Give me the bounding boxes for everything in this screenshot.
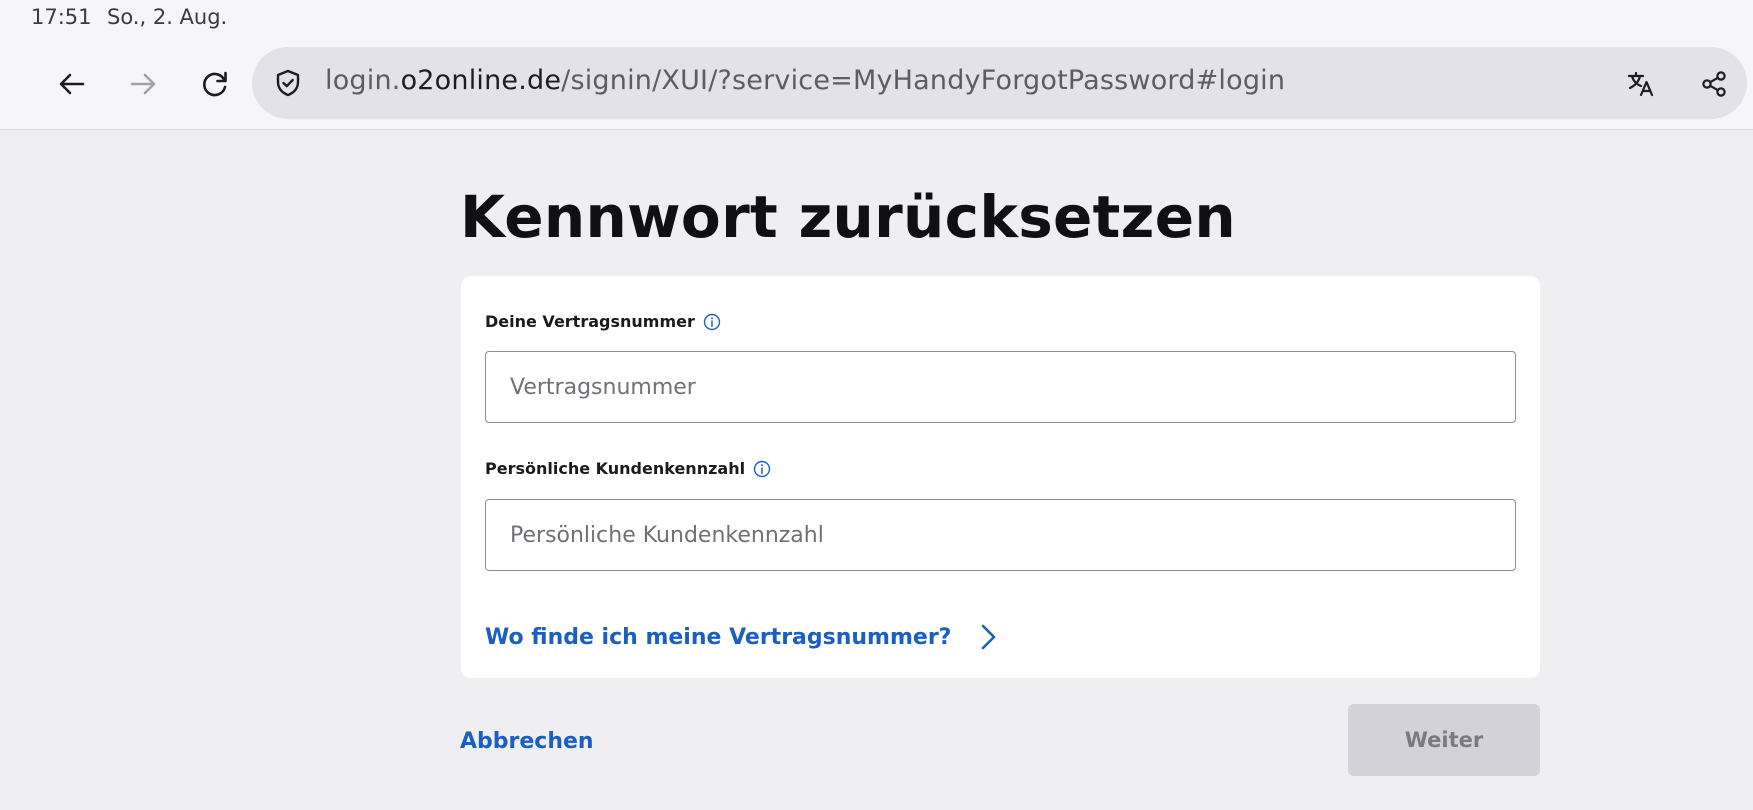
chevron-right-icon: [982, 624, 996, 650]
translate-icon: [1627, 71, 1654, 97]
forward-arrow-icon: [130, 73, 156, 95]
forward-button[interactable]: [121, 62, 165, 106]
reset-form-card: Deine Vertragsnummer Persönliche Kundenk…: [461, 276, 1540, 678]
next-button[interactable]: Weiter: [1348, 704, 1540, 776]
reload-button[interactable]: [193, 62, 237, 106]
address-bar[interactable]: login.o2online.de/signin/XUI/?service=My…: [252, 47, 1747, 119]
contract-number-help-link[interactable]: Wo finde ich meine Vertragsnummer?: [485, 623, 999, 651]
contract-number-input[interactable]: [485, 351, 1516, 423]
customer-id-label-text: Persönliche Kundenkennzahl: [485, 459, 746, 478]
status-time: 17:51: [31, 5, 92, 29]
info-icon[interactable]: [753, 460, 771, 478]
url-path: /signin/XUI/?service=MyHandyForgotPasswo…: [561, 65, 1286, 96]
share-icon: [1702, 71, 1726, 97]
customer-id-label: Persönliche Kundenkennzahl: [485, 459, 771, 478]
translate-button[interactable]: [1620, 63, 1662, 105]
url-domain: o2online.de: [400, 65, 562, 96]
shield-check-icon: [276, 69, 300, 97]
help-link-text: Wo finde ich meine Vertragsnummer?: [485, 624, 952, 650]
back-arrow-icon: [59, 73, 85, 95]
browser-toolbar: login.o2online.de/signin/XUI/?service=My…: [0, 36, 1753, 130]
url-text[interactable]: login.o2online.de/signin/XUI/?service=My…: [325, 65, 1285, 96]
customer-id-input[interactable]: [485, 499, 1516, 571]
contract-number-label: Deine Vertragsnummer: [485, 312, 721, 331]
page-title: Kennwort zurücksetzen: [460, 183, 1236, 251]
status-date: So., 2. Aug.: [107, 5, 228, 29]
status-bar: 17:51 So., 2. Aug.: [0, 0, 1753, 36]
info-icon[interactable]: [703, 313, 721, 331]
site-security-button[interactable]: [270, 65, 306, 101]
contract-number-label-text: Deine Vertragsnummer: [485, 312, 695, 331]
back-button[interactable]: [50, 62, 94, 106]
reload-icon: [203, 71, 227, 97]
url-domain-prefix: login.: [325, 65, 401, 96]
share-button[interactable]: [1693, 63, 1735, 105]
cancel-link[interactable]: Abbrechen: [460, 729, 594, 754]
